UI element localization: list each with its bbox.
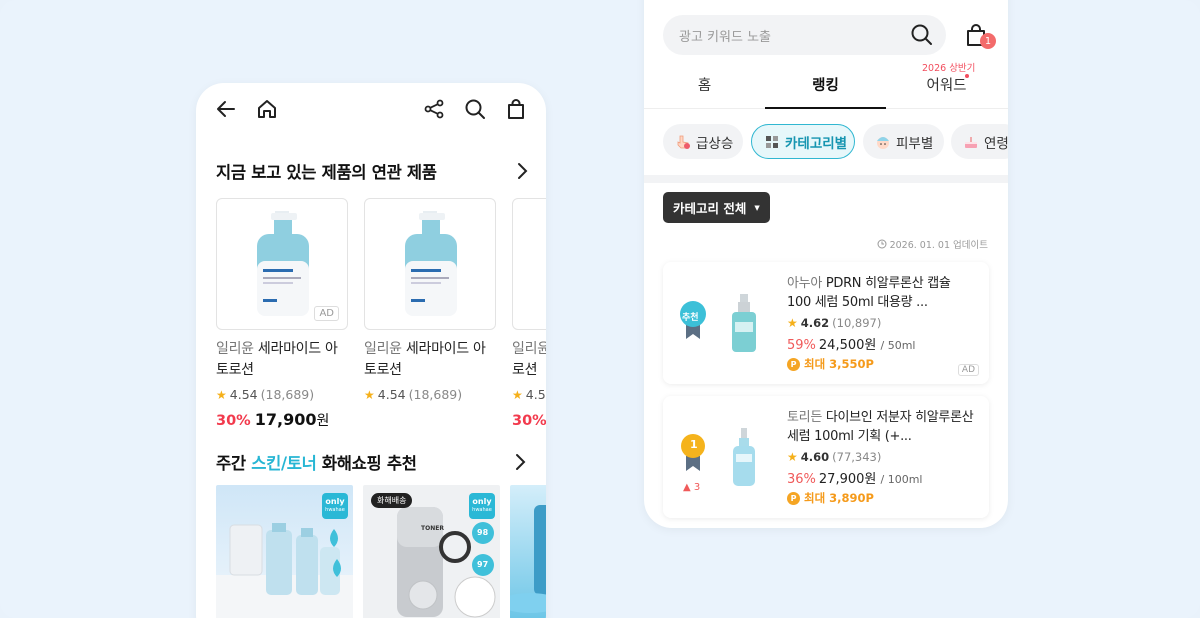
ranking-item[interactable]: 추천 아누아 PDRN 히알루론산 캡슐 100 세럼 50ml 대용량 ...…: [663, 262, 989, 384]
award-note: 2026 상반기: [922, 63, 976, 74]
category-dropdown[interactable]: 카테고리 전체 ▼: [663, 192, 770, 223]
point-icon: P: [787, 491, 800, 505]
product-price: 30%: [512, 413, 546, 429]
only-hwahae-badge: only hwahae: [322, 493, 348, 519]
toner-label: TONER: [421, 525, 444, 532]
share-icon[interactable]: [422, 97, 446, 121]
chevron-right-icon[interactable]: [510, 452, 530, 472]
chip-category[interactable]: 카테고리별: [751, 124, 855, 159]
pointing-hand-icon: [677, 135, 690, 149]
search-icon[interactable]: [910, 23, 934, 47]
star-icon: ★: [364, 387, 375, 402]
banner-serum-partial[interactable]: [510, 485, 546, 618]
search-placeholder: 광고 키워드 노출: [679, 30, 771, 45]
tab-ranking[interactable]: 랭킹: [765, 65, 886, 109]
home-icon[interactable]: [255, 97, 279, 121]
chevron-right-icon[interactable]: [512, 161, 532, 181]
product-name: 일리윤 세라마이드 아토로션: [216, 341, 338, 378]
ad-badge: AD: [957, 364, 979, 376]
point-reward: P 최대 3,890P: [787, 490, 977, 506]
clock-icon: [877, 239, 887, 249]
product-detail-phone: 지금 보고 있는 제품의 연관 제품 AD 일리윤 세라마이드 아토로션 ★ 4…: [196, 83, 546, 618]
grid-icon: [766, 135, 778, 148]
ranking-item-info: 아누아 PDRN 히알루론산 캡슐 100 세럼 50ml 대용량 ... ★ 4…: [787, 274, 977, 372]
score-badge: 97: [477, 560, 489, 569]
weekly-recommend-title: 주간 스킨/토너 화해쇼핑 추천: [216, 454, 417, 473]
only-hwahae-badge: only hwahae: [469, 493, 495, 519]
chip-skin-type[interactable]: 피부별: [863, 124, 944, 159]
serum-bottle-image: [510, 505, 546, 613]
ranking-item-info: 토리든 다이브인 저분자 히알루론산 세럼 100ml 기획 (+... ★ 4.…: [787, 408, 977, 506]
chip-age[interactable]: 연령: [951, 124, 1008, 159]
background-canvas: 지금 보고 있는 제품의 연관 제품 AD 일리윤 세라마이드 아토로션 ★ 4…: [0, 0, 1200, 618]
star-icon: ★: [787, 316, 798, 330]
point-icon: P: [787, 357, 800, 371]
product-card[interactable]: 일리윤 로션 ★4.54 30%: [512, 198, 546, 429]
star-icon: ★: [216, 387, 227, 402]
caret-down-icon: ▼: [754, 203, 760, 212]
product-price: 36% 27,900원 / 100ml: [787, 472, 923, 487]
product-name: 일리윤 세라마이드 아토로션: [364, 341, 486, 378]
product-price: 59% 24,500원 / 50ml: [787, 338, 916, 353]
point-reward: P 최대 3,550P: [787, 356, 977, 372]
star-icon: ★: [512, 387, 523, 402]
new-dot: [965, 74, 969, 78]
product-image[interactable]: [364, 198, 496, 330]
product-rating: ★4.54: [512, 387, 546, 402]
shopping-bag-icon[interactable]: [504, 97, 528, 121]
section-divider: [644, 175, 1008, 183]
search-input[interactable]: 광고 키워드 노출: [663, 15, 946, 55]
rank-number: 1: [690, 438, 698, 451]
serum-bottle-image[interactable]: [721, 426, 767, 490]
rank-change: ▲ 3: [683, 482, 701, 493]
update-time: 2026. 01. 01 업데이트: [877, 237, 988, 251]
banner-toner[interactable]: 화해배송 only hwahae TONER 98 97: [363, 485, 500, 618]
product-name: 아누아 PDRN 히알루론산 캡슐 100 세럼 50ml 대용량 ...: [787, 276, 951, 310]
product-name: 토리든 다이브인 저분자 히알루론산 세럼 100ml 기획 (+...: [787, 410, 974, 444]
star-icon: ★: [787, 450, 798, 464]
chip-trending[interactable]: 급상승: [663, 124, 743, 159]
product-card[interactable]: AD 일리윤 세라마이드 아토로션 ★ 4.54 (18,689) 30% 17,90…: [216, 198, 348, 430]
hwahae-delivery-badge: 화해배송: [371, 493, 413, 508]
serum-bottle-image[interactable]: [721, 292, 767, 356]
search-icon[interactable]: [463, 97, 487, 121]
recommend-badge: 추천: [682, 313, 699, 323]
ranking-item[interactable]: 1 ▲ 3 토리든 다이브인 저분자 히알루론산 세럼 100ml 기획 (+.…: [663, 396, 989, 518]
related-products-list: AD 일리윤 세라마이드 아토로션 ★ 4.54 (18,689) 30% 17,90…: [216, 198, 546, 438]
lotion-bottle-image: [405, 211, 457, 316]
banner-skincare-set[interactable]: only hwahae: [216, 485, 353, 618]
product-rating: ★ 4.60 (77,343): [787, 450, 882, 464]
weekly-banner-list: only hwahae 화해배송 only hwahae TONER 98 97: [216, 485, 546, 618]
product-image[interactable]: AD: [216, 198, 348, 330]
back-arrow-icon[interactable]: [214, 97, 238, 121]
product-rating: ★ 4.54 (18,689): [216, 387, 315, 402]
product-card[interactable]: 일리윤 세라마이드 아토로션 ★ 4.54 (18,689): [364, 198, 496, 402]
product-image[interactable]: [512, 198, 546, 330]
top-bar: [196, 83, 546, 137]
face-icon: [877, 136, 889, 149]
cake-icon: [965, 136, 977, 148]
ad-badge: AD: [314, 306, 339, 321]
product-rating: ★ 4.62 (10,897): [787, 316, 882, 330]
product-rating: ★ 4.54 (18,689): [364, 387, 463, 402]
score-badge: 98: [477, 528, 489, 537]
tab-home[interactable]: 홈: [644, 65, 765, 109]
cart-count-badge: 1: [980, 33, 996, 49]
related-products-title: 지금 보고 있는 제품의 연관 제품: [216, 163, 437, 182]
ranking-phone: 광고 키워드 노출 1 홈 랭킹 어워드 2026 상반기 급상승 카테고리별: [644, 0, 1008, 528]
ranking-filter-chips: 급상승 카테고리별 피부별 연령: [663, 124, 1008, 160]
product-price: 30% 17,900원: [216, 410, 330, 429]
product-name: 일리윤: [512, 341, 546, 357]
